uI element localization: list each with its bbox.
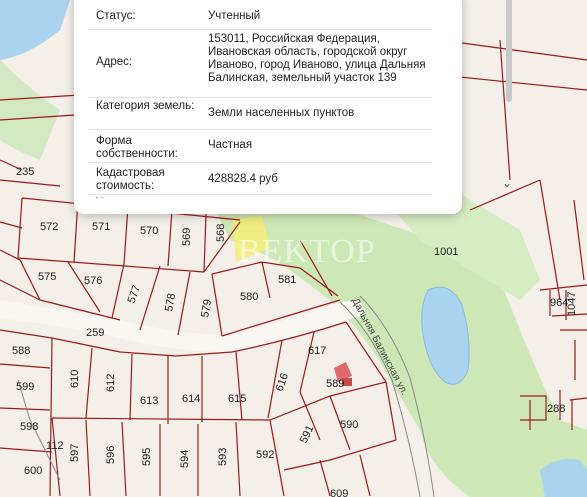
cadastral-value-key: Кадастровая стоимость: xyxy=(96,167,165,192)
plot-label-581[interactable]: 581 xyxy=(278,274,296,286)
plot-label-576[interactable]: 576 xyxy=(84,275,102,287)
plot-label-571[interactable]: 571 xyxy=(92,221,110,233)
watermark: BEKTOP xyxy=(238,233,376,270)
plot-label-575[interactable]: 575 xyxy=(38,271,56,283)
plot-label-593[interactable]: 593 xyxy=(217,448,229,466)
plot-label-614[interactable]: 614 xyxy=(182,393,200,405)
plot-label-615[interactable]: 615 xyxy=(228,393,246,405)
row-ownership: Форма собственности: Частная xyxy=(88,130,432,163)
plot-label-589[interactable]: 589 xyxy=(326,378,344,390)
row-cadastral-value: Кадастровая стоимость: 428828.4 руб xyxy=(88,163,432,195)
plot-label-580[interactable]: 580 xyxy=(240,291,258,303)
popup-scrollbar[interactable] xyxy=(506,0,512,102)
plot-label-594[interactable]: 594 xyxy=(179,450,191,468)
plot-label-612[interactable]: 612 xyxy=(105,374,117,392)
plot-label-568[interactable]: 568 xyxy=(215,224,227,242)
plot-label-235[interactable]: 235 xyxy=(16,166,34,178)
popup-content[interactable]: Статус: Учтенный Адрес: 153011, Российск… xyxy=(88,2,432,198)
plot-label-597[interactable]: 597 xyxy=(69,444,81,462)
plot-label-572[interactable]: 572 xyxy=(40,221,58,233)
clarified-value xyxy=(202,195,432,198)
plot-label-595[interactable]: 595 xyxy=(141,448,153,466)
plot-label-599[interactable]: 599 xyxy=(16,381,34,393)
plot-label-288[interactable]: 288 xyxy=(547,403,565,415)
plot-label-588[interactable]: 588 xyxy=(12,345,30,357)
category-key: Категория земель: xyxy=(96,100,195,112)
plot-label-600[interactable]: 600 xyxy=(24,465,42,477)
row-address: Адрес: 153011, Российская Федерация, Ива… xyxy=(88,30,432,98)
plot-label-617[interactable]: 617 xyxy=(308,345,326,357)
plot-label-596[interactable]: 596 xyxy=(105,446,117,464)
plot-label-1047[interactable]: 1047 xyxy=(566,292,578,316)
plot-label-570[interactable]: 570 xyxy=(140,225,158,237)
address-key: Адрес: xyxy=(96,56,133,68)
plot-label-609[interactable]: 609 xyxy=(330,488,348,497)
popup-pointer xyxy=(332,199,354,211)
row-clarified: Уточненная xyxy=(88,195,432,198)
row-category: Категория земель: Земли населенных пункт… xyxy=(88,98,432,130)
category-value: Земли населенных пунктов xyxy=(208,107,355,119)
status-value: Учтенный xyxy=(208,10,261,22)
ownership-value: Частная xyxy=(208,139,253,151)
address-value: 153011, Российская Федерация, Ивановская… xyxy=(208,33,426,84)
plot-label-259[interactable]: 259 xyxy=(86,327,104,339)
plot-label-1001[interactable]: 1001 xyxy=(434,246,458,258)
chevron-down-icon[interactable]: ⌄ xyxy=(502,176,512,190)
plot-label-112[interactable]: 112 xyxy=(46,440,64,452)
plot-label-569[interactable]: 569 xyxy=(181,228,193,246)
plot-label-610[interactable]: 610 xyxy=(69,370,81,388)
ownership-key: Форма собственности: xyxy=(96,135,178,160)
status-key: Статус: xyxy=(96,10,136,22)
plot-info-popup: Статус: Учтенный Адрес: 153011, Российск… xyxy=(74,0,512,214)
plot-label-590[interactable]: 590 xyxy=(340,419,358,431)
plot-label-613[interactable]: 613 xyxy=(140,395,158,407)
clarified-key: Уточненная xyxy=(88,195,202,198)
cadastral-value-value: 428828.4 руб xyxy=(208,173,278,185)
plot-label-592[interactable]: 592 xyxy=(256,449,274,461)
row-status: Статус: Учтенный xyxy=(88,2,432,30)
plot-label-598[interactable]: 598 xyxy=(20,421,38,433)
